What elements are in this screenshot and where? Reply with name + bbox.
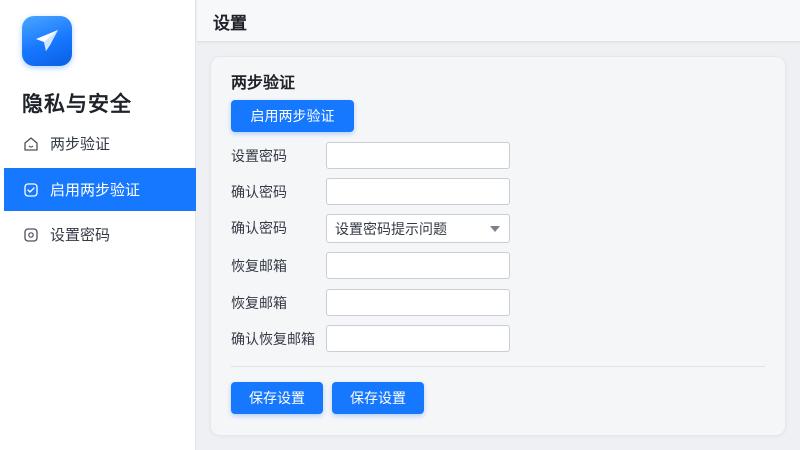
sidebar-title: 隐私与安全: [22, 92, 132, 116]
app-logo: [22, 16, 72, 66]
confirm-recovery-email-input[interactable]: [326, 325, 510, 352]
top-bar: 设置: [197, 0, 800, 42]
field-label: 确认密码: [231, 185, 287, 201]
select-value: 设置密码提示问题: [335, 221, 447, 238]
field-label: 确认密码: [231, 221, 287, 237]
sidebar-item-label: 两步验证: [50, 135, 111, 153]
page-title: 设置: [213, 14, 247, 34]
form-row-hint-question: 确认密码 设置密码提示问题: [231, 214, 531, 243]
set-password-input[interactable]: [326, 142, 510, 169]
form-row-recovery-email: 恢复邮箱: [231, 252, 531, 280]
field-label: 确认恢复邮箱: [231, 332, 315, 348]
field-label: 恢复邮箱: [231, 259, 287, 275]
save-settings-button[interactable]: 保存设置: [231, 382, 323, 414]
form-row-confirm-password: 确认密码: [231, 178, 531, 206]
form-row-confirm-recovery-email: 确认恢复邮箱: [231, 325, 531, 353]
divider: [231, 366, 765, 367]
sidebar-item-set-password[interactable]: 设置密码: [4, 213, 196, 256]
sidebar-item-enable-two-step[interactable]: 启用两步验证: [4, 168, 196, 211]
field-label: 恢复邮箱: [231, 296, 287, 312]
save-settings-button-2[interactable]: 保存设置: [332, 382, 424, 414]
sidebar: 隐私与安全 两步验证 启用两步验证 设置密码: [0, 0, 196, 450]
sidebar-item-two-step[interactable]: 两步验证: [4, 122, 196, 165]
settings-card: 两步验证 启用两步验证 设置密码 确认密码 确认密码 设置密码提示问题 恢复邮箱…: [210, 56, 786, 436]
confirm-password-input[interactable]: [326, 178, 510, 205]
paper-plane-icon: [36, 30, 58, 51]
lock-square-icon: [22, 226, 40, 244]
form-row-recovery-email-2: 恢复邮箱: [231, 289, 531, 317]
sidebar-item-label: 设置密码: [50, 226, 111, 244]
shield-outline-icon: [22, 135, 40, 153]
recovery-email-input[interactable]: [326, 252, 510, 279]
form-row-set-password: 设置密码: [231, 142, 531, 170]
section-title: 两步验证: [231, 73, 296, 92]
enable-two-step-button[interactable]: 启用两步验证: [231, 100, 354, 132]
recovery-email-input-2[interactable]: [326, 289, 510, 316]
field-label: 设置密码: [231, 149, 287, 165]
hint-question-select[interactable]: 设置密码提示问题: [326, 214, 510, 243]
chevron-down-icon: [490, 226, 500, 232]
checkbox-icon: [22, 181, 40, 199]
sidebar-item-label: 启用两步验证: [50, 181, 141, 199]
